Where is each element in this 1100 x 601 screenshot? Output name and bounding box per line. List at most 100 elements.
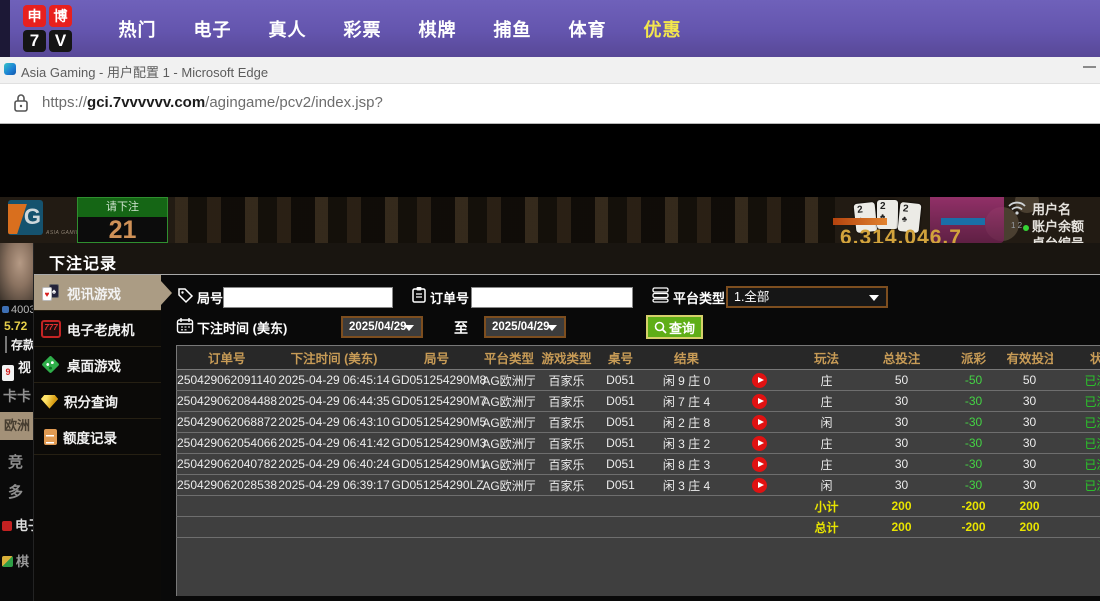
cell: GD051254290M3 [392,433,482,454]
sidebar-item-slot-machines[interactable]: 777 电子老虎机 [34,311,161,347]
cell: 闲 [791,475,863,496]
cell: 百家乐 [537,433,597,454]
play-video-icon[interactable] [752,457,767,472]
play-video-icon[interactable] [752,394,767,409]
cell: 百家乐 [537,454,597,475]
cell [1053,517,1100,538]
duo-menu-fragment[interactable]: 多 [8,481,23,502]
cell: 百家乐 [537,370,597,391]
play-video-icon[interactable] [752,478,767,493]
date-from-value: 2025/04/29 [349,321,407,333]
sidebar-item-quota-records[interactable]: 额度记录 [34,419,161,455]
card-icon: 9 [2,365,14,381]
nav-item-slots[interactable]: 电子 [175,16,250,42]
dianzi-menu-fragment[interactable]: 电子 [2,515,33,534]
cell: -30 [941,412,1007,433]
table-row: 2504290620844882025-04-29 06:44:35GD0512… [177,391,1100,412]
play-video-icon[interactable] [752,436,767,451]
cell [482,496,537,517]
sidebar-item-label: 桌面游戏 [67,355,121,375]
video-menu-fragment[interactable]: 9视 [2,357,31,381]
cell: 闲 9 庄 0 [645,370,729,391]
cell: D051 [597,475,645,496]
bet-table: 订单号下注时间 (美东)局号平台类型游戏类型桌号结果玩法总投注派彩有效投注额状态… [176,345,1100,596]
round-number-input[interactable] [223,287,393,308]
cell: GD051254290M8 [392,370,482,391]
cell: 庄 [791,370,863,391]
nav-item-boardgames[interactable]: 棋牌 [400,16,475,42]
nav-item-sports[interactable]: 体育 [550,16,625,42]
nav-item-fishing[interactable]: 捕鱼 [475,16,550,42]
platform-type-select[interactable]: 1.全部 [726,286,888,308]
column-header: 结果 [645,346,729,370]
cell: 30 [863,433,941,454]
nav-item-lottery[interactable]: 彩票 [325,16,400,42]
cell: 30 [863,391,941,412]
balance-fragment: 5.72 [4,319,27,333]
nav-edge-strip [0,0,10,57]
play-triangle [758,461,764,467]
query-button[interactable]: 查询 [646,315,703,339]
europe-hall-tab[interactable]: 欧洲 [0,412,33,440]
cell [729,391,791,412]
cell: 2025-04-29 06:45:14 [277,370,392,391]
play-triangle [758,482,764,488]
kaka-menu-fragment[interactable]: 卡卡 [3,386,31,406]
nav-item-live[interactable]: 真人 [250,16,325,42]
cell: 庄 [791,433,863,454]
qi-menu-fragment[interactable]: 棋 [2,551,29,570]
cell: 30 [863,475,941,496]
site-logo[interactable]: 申 博 7 V [23,5,75,53]
date-to-picker[interactable]: 2025/04/29 [484,316,566,338]
cell: AG欧洲厅 [482,412,537,433]
cell: 250429062054066 [177,433,277,454]
user-avatar[interactable] [0,243,33,300]
cell: 小计 [791,496,863,517]
edge-icon [4,63,16,75]
column-header: 桌号 [597,346,645,370]
lock-icon[interactable] [13,93,29,113]
table-header-row: 订单号下注时间 (美东)局号平台类型游戏类型桌号结果玩法总投注派彩有效投注额状态 [177,346,1100,370]
play-video-icon[interactable] [752,415,767,430]
column-header: 派彩 [941,346,1007,370]
jackpot-amount: 6,314,046.7 [840,226,962,243]
cell: 50 [863,370,941,391]
nav-item-hot[interactable]: 热门 [100,16,175,42]
nav-menu: 热门 电子 真人 彩票 棋牌 捕鱼 体育 优惠 [100,0,700,57]
jing-menu-fragment[interactable]: 竞 [8,451,23,472]
cell: 250429062068872 [177,412,277,433]
sidebar-item-video-games[interactable]: ♠♥ 视讯游戏 [34,275,161,311]
sidebar-item-label: 电子老虎机 [67,319,135,339]
order-number-input[interactable] [471,287,633,308]
column-header: 平台类型 [482,346,537,370]
cell: AG欧洲厅 [482,454,537,475]
nav-item-promos[interactable]: 优惠 [625,16,700,42]
play-video-icon[interactable] [752,373,767,388]
play-triangle [758,419,764,425]
tag-icon [177,287,194,304]
screen: 申 博 7 V 热门 电子 真人 彩票 棋牌 捕鱼 体育 优惠 Asia Gam… [0,0,1100,601]
orange-bar-decor [833,218,887,225]
cell: 总计 [791,517,863,538]
play-triangle [758,398,764,404]
wifi-icon [1007,200,1027,216]
sidebar-item-points-query[interactable]: 积分查询 [34,383,161,419]
ag-logo-g: G [24,204,41,230]
bet-timer-widget: 请下注 21 [77,197,168,243]
deposit-link[interactable]: 存款 [5,336,33,353]
minimize-button[interactable] [1083,66,1096,68]
url-text[interactable]: https://gci.7vvvvvv.com/agingame/pcv2/in… [42,94,383,111]
sidebar-item-table-games[interactable]: 桌面游戏 [34,347,161,383]
cell [645,517,729,538]
cell [177,496,277,517]
browser-urlbar[interactable]: https://gci.7vvvvvv.com/agingame/pcv2/in… [0,84,1100,124]
calendar-icon [176,317,194,334]
round-number-label: 局号 [197,288,223,307]
date-from-picker[interactable]: 2025/04/29 [341,316,423,338]
table-row: 2504290620407822025-04-29 06:40:24GD0512… [177,454,1100,475]
cell: 30 [1007,391,1053,412]
chevron-down-icon [547,325,557,331]
cell [729,517,791,538]
logo-tile: 申 [23,5,46,27]
table-number-label: 桌台编号 [1032,233,1084,243]
